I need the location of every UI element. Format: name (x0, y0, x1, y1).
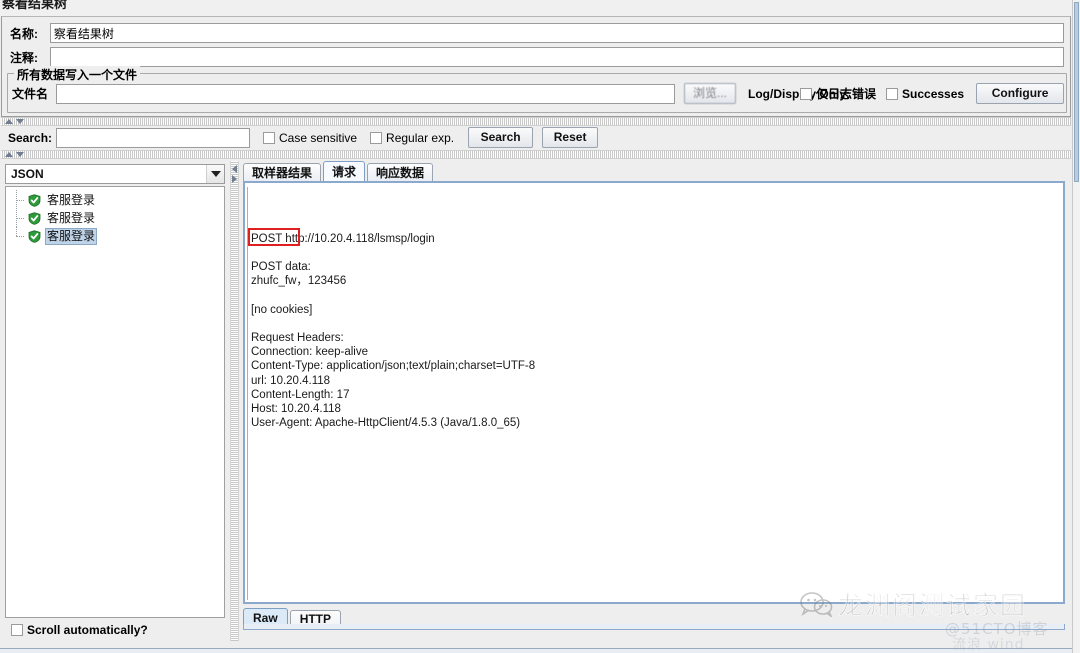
text-caret-bar (247, 187, 248, 600)
filename-label: 文件名 (12, 87, 49, 101)
status-bar (0, 648, 1072, 653)
request-text-line: POST data: (251, 261, 311, 274)
filename-input[interactable] (56, 83, 675, 104)
search-button[interactable]: Search (468, 127, 534, 148)
vertical-splitter[interactable] (230, 161, 239, 641)
window-title-text: 察看结果树 (2, 0, 68, 11)
tree-item[interactable]: 客服登录 (6, 190, 224, 209)
success-shield-icon (28, 211, 41, 225)
errors-only-checkbox[interactable]: 仅日志错误 (800, 85, 876, 102)
collapse-up-icon-2[interactable] (5, 152, 13, 157)
request-text-line (251, 317, 1057, 331)
splitter-top-arrows[interactable] (5, 119, 24, 124)
successes-label: Successes (902, 86, 965, 101)
results-tree-panel: JSON 客服登录 客服登录 客服登录 Scroll automatically? (1, 161, 229, 641)
request-content-panel: POST http://10.20.4.118/lsmsp/login POST… (243, 181, 1065, 604)
search-panel: Search: Case sensitive Regular exp. Sear… (1, 126, 1071, 150)
successes-checkbox-box[interactable] (886, 87, 899, 100)
window-scrollbar[interactable] (1072, 0, 1080, 653)
errors-only-label: 仅日志错误 (816, 87, 877, 101)
name-input[interactable] (49, 23, 1064, 43)
success-shield-icon (28, 193, 41, 207)
tree-connector (16, 226, 28, 245)
renderer-combobox-value: JSON (11, 167, 44, 181)
log-display-only-label: Log/Display Only: (748, 86, 851, 101)
case-sensitive-checkbox[interactable]: Case sensitive (263, 131, 357, 145)
tab-请求[interactable]: 请求 (323, 161, 366, 182)
scroll-automatically-checkbox-box[interactable] (11, 624, 23, 636)
regular-exp-checkbox[interactable]: Regular exp. (370, 131, 454, 145)
detail-tabbar[interactable]: 取样器结果 请求 响应数据 (243, 161, 435, 182)
tree-item-label: 客服登录 (47, 192, 96, 207)
request-text-line: Host: 10.20.4.118 (251, 403, 341, 416)
search-label: Search: (8, 130, 53, 145)
request-text-line: Request Headers: (251, 332, 344, 345)
chevron-down-icon[interactable] (206, 165, 224, 183)
comment-row: 注释: (10, 47, 1064, 67)
request-text-line: Content-Type: application/json;text/plai… (251, 360, 536, 373)
results-tree[interactable]: 客服登录 客服登录 客服登录 (5, 186, 225, 618)
tree-connector (16, 190, 28, 209)
request-text-line: User-Agent: Apache-HttpClient/4.5.3 (Jav… (251, 417, 521, 430)
write-all-data-group: 所有数据写入一个文件 文件名 浏览... Log/Display Only: 仅… (7, 66, 1067, 113)
case-sensitive-label: Case sensitive (279, 130, 358, 145)
collapse-up-icon[interactable] (5, 119, 13, 124)
reset-button[interactable]: Reset (542, 127, 599, 148)
comment-label: 注释: (10, 50, 38, 65)
request-text-line (251, 246, 1057, 260)
tab-响应数据[interactable]: 响应数据 (367, 163, 434, 182)
success-shield-icon (28, 229, 41, 243)
config-panel: 名称: 注释: 所有数据写入一个文件 文件名 浏览... Log/Display… (1, 16, 1071, 117)
collapse-left-icon[interactable] (232, 165, 237, 173)
main-area: JSON 客服登录 客服登录 客服登录 Scroll automatically? … (1, 161, 1071, 649)
tree-item[interactable]: 客服登录 (6, 208, 224, 227)
renderer-combobox[interactable]: JSON (5, 164, 225, 184)
regular-exp-checkbox-box[interactable] (370, 131, 383, 144)
splitter-mid-arrows[interactable] (5, 152, 24, 157)
tree-connector (16, 208, 28, 227)
tree-item-label: 客服登录 (47, 210, 96, 225)
request-text-line: Connection: keep-alive (251, 346, 368, 359)
collapse-down-icon-2[interactable] (16, 152, 24, 157)
request-text-line: zhufc_fw，123456 (251, 275, 347, 288)
errors-only-checkbox-box[interactable] (800, 87, 812, 100)
raw-http-content (243, 624, 1065, 630)
collapse-right-icon[interactable] (232, 175, 237, 183)
name-label: 名称: (10, 26, 38, 41)
group-title: 所有数据写入一个文件 (14, 66, 141, 83)
request-text-line: Content-Length: 17 (251, 388, 350, 401)
request-text-line (251, 288, 1057, 302)
splitter-top[interactable] (1, 117, 1071, 126)
request-text[interactable]: POST http://10.20.4.118/lsmsp/login POST… (247, 185, 1061, 600)
request-text-line: POST http://10.20.4.118/lsmsp/login (251, 232, 435, 245)
collapse-down-icon[interactable] (16, 119, 24, 124)
comment-input[interactable] (49, 47, 1064, 67)
tree-item-label: 客服登录 (45, 227, 98, 245)
request-text-line: [no cookies] (251, 303, 313, 316)
scroll-automatically-checkbox[interactable]: Scroll automatically? (5, 620, 225, 640)
tree-item[interactable]: 客服登录 (6, 226, 224, 245)
window-title: 察看结果树 (0, 0, 1072, 16)
regular-exp-label: Regular exp. (386, 130, 455, 145)
request-text-line: url: 10.20.4.118 (251, 374, 331, 387)
search-row: Search: Case sensitive Regular exp. Sear… (8, 127, 599, 148)
configure-button[interactable]: Configure (976, 83, 1065, 104)
detail-panel: 取样器结果 请求 响应数据 POST http://10.20.4.118/lsms… (241, 161, 1071, 643)
browse-button[interactable]: 浏览... (684, 83, 736, 104)
filename-row: 文件名 浏览... Log/Display Only: 仅日志错误 Succes… (12, 83, 1065, 104)
app-window: 察看结果树 名称: 注释: 所有数据写入一个文件 文件名 浏览... Log/D… (0, 0, 1080, 653)
successes-checkbox[interactable]: Successes (886, 87, 964, 101)
splitter-mid[interactable] (1, 150, 1071, 159)
scroll-automatically-label: Scroll automatically? (27, 623, 148, 637)
tab-取样器结果[interactable]: 取样器结果 (243, 163, 322, 182)
name-row: 名称: (10, 23, 1064, 43)
search-input[interactable] (56, 127, 250, 148)
case-sensitive-checkbox-box[interactable] (263, 131, 275, 144)
vertical-splitter-arrows[interactable] (232, 165, 237, 183)
window-scrollbar-thumb[interactable] (1074, 2, 1079, 182)
